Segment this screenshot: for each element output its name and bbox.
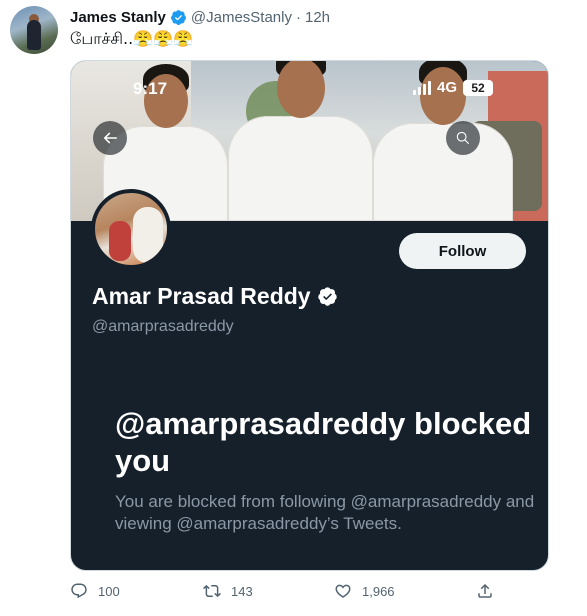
- tweet[interactable]: James Stanly @JamesStanly · 12h போச்சி..…: [0, 0, 587, 616]
- like-icon: [335, 584, 351, 598]
- author-handle[interactable]: @JamesStanly: [191, 9, 292, 26]
- network-type: 4G: [437, 79, 458, 96]
- tweet-media-screenshot[interactable]: 9:17 4G 52 Follow Amar Prasad Reddy @ama…: [70, 60, 549, 571]
- banner-person-face: [276, 61, 325, 118]
- back-arrow-icon[interactable]: [93, 121, 127, 155]
- battery-indicator: 52: [463, 79, 494, 96]
- reply-icon: [71, 583, 87, 599]
- reply-button[interactable]: 100: [70, 582, 120, 600]
- retweet-icon: [203, 584, 221, 598]
- profile-handle: @amarprasadreddy: [92, 318, 234, 335]
- author-name[interactable]: James Stanly: [70, 9, 166, 26]
- status-bar-time: 9:17: [133, 79, 168, 98]
- blocked-description: You are blocked from following @amarpras…: [115, 492, 535, 533]
- verified-badge-icon: [317, 286, 338, 307]
- avatar-figure: [109, 221, 131, 261]
- share-icon: [478, 583, 492, 598]
- tweet-text: போச்சி..😤😤😤: [70, 29, 193, 48]
- avatar-figure: [133, 207, 163, 263]
- like-count: 1,966: [362, 583, 395, 599]
- profile-name-text: Amar Prasad Reddy: [92, 283, 311, 309]
- retweet-button[interactable]: 143: [203, 582, 253, 600]
- status-bar-right: 4G 52: [413, 79, 494, 96]
- like-button[interactable]: 1,966: [334, 582, 395, 600]
- share-button[interactable]: [476, 582, 494, 600]
- follow-button[interactable]: Follow: [399, 233, 526, 269]
- retweet-count: 143: [231, 583, 253, 599]
- verified-badge-icon: [170, 9, 187, 26]
- profile-avatar[interactable]: [91, 189, 171, 269]
- blocked-title: @amarprasadreddy blocked you: [115, 406, 532, 478]
- signal-strength-icon: [413, 80, 431, 95]
- tweet-header: James Stanly @JamesStanly · 12h: [70, 6, 330, 28]
- banner-person: [373, 61, 513, 221]
- banner-person-face: [420, 67, 466, 125]
- tweet-action-bar: 100 143 1,966: [70, 582, 500, 606]
- header-separator: ·: [296, 8, 301, 26]
- author-avatar[interactable]: [10, 6, 58, 54]
- reply-count: 100: [98, 583, 120, 599]
- profile-display-name: Amar Prasad Reddy: [92, 283, 338, 310]
- banner-person: [228, 61, 373, 221]
- search-icon[interactable]: [446, 121, 480, 155]
- avatar-figure-body: [27, 20, 41, 50]
- tweet-timestamp[interactable]: 12h: [305, 9, 330, 26]
